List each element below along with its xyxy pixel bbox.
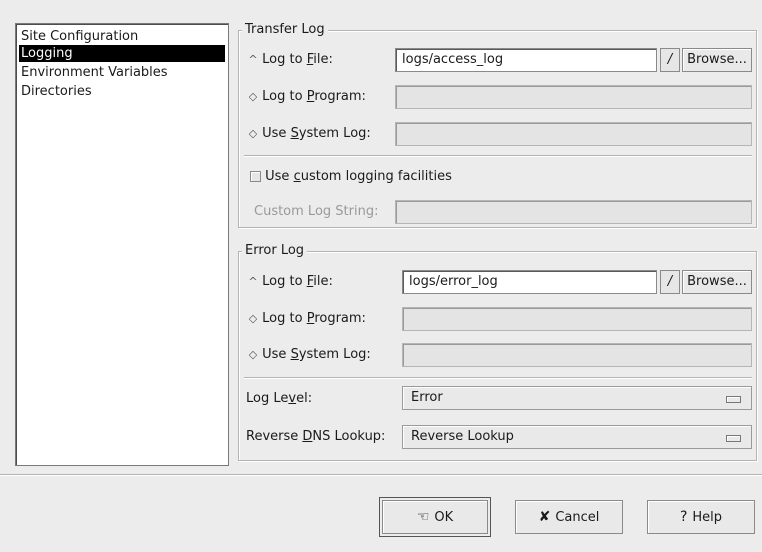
transfer-log-browse-button[interactable]: Browse... [682, 48, 752, 72]
ok-button-label: OK [434, 510, 454, 525]
radio-unselected-icon: ◇ [248, 89, 258, 103]
transfer-log-file-input[interactable]: logs/access_log [395, 48, 657, 72]
custom-logging-checkbox[interactable]: Use custom logging facilities [250, 169, 452, 184]
transfer-log-title: Transfer Log [242, 22, 328, 37]
radio-label-prefix: Log to [262, 89, 307, 104]
sidebar-item-environment-variables[interactable]: Environment Variables [19, 64, 225, 81]
radio-label-prefix: Log to [262, 274, 307, 289]
checkbox-unchecked-icon [250, 171, 261, 182]
label-prefix: Log Le [246, 391, 289, 406]
transfer-use-system-log-radio[interactable]: ◇ Use System Log: [248, 126, 371, 141]
radio-label-prefix: Log to [262, 52, 307, 67]
checkbox-label-prefix: Use [265, 169, 294, 184]
radio-label-prefix: Log to [262, 311, 307, 326]
label-suffix: NS Lookup: [312, 429, 386, 444]
error-log-to-program-radio[interactable]: ◇ Log to Program: [248, 311, 366, 326]
sidebar-item-directories[interactable]: Directories [19, 83, 225, 100]
help-button-label: Help [692, 510, 723, 525]
category-list[interactable]: Site Configuration Logging Environment V… [15, 23, 229, 466]
transfer-log-file-dropdown-button[interactable]: / [660, 48, 680, 72]
log-level-option-menu[interactable]: Error [402, 386, 752, 410]
error-log-file-input[interactable]: logs/error_log [402, 270, 657, 294]
sidebar-item-logging[interactable]: Logging [19, 45, 225, 62]
radio-label-prefix: Use [262, 347, 291, 362]
transfer-log-to-file-radio[interactable]: ^ Log to File: [248, 52, 333, 67]
error-log-file-dropdown-button[interactable]: / [660, 270, 680, 294]
help-button[interactable]: ? Help [647, 500, 755, 534]
custom-log-string-label: Custom Log String: [254, 204, 379, 219]
transfer-log-to-program-radio[interactable]: ◇ Log to Program: [248, 89, 366, 104]
error-use-system-log-radio[interactable]: ◇ Use System Log: [248, 347, 371, 362]
label-mnemonic: D [302, 429, 313, 444]
dialog-separator [0, 474, 762, 476]
sidebar-item-site-configuration[interactable]: Site Configuration [19, 28, 225, 45]
radio-label-suffix: ystem Log: [298, 347, 371, 362]
radio-label-suffix: ile: [313, 274, 333, 289]
radio-unselected-icon: ◇ [248, 311, 258, 325]
label-prefix: Reverse [246, 429, 303, 444]
radio-label-suffix: ystem Log: [298, 126, 371, 141]
reverse-dns-value: Reverse Lookup [411, 429, 514, 444]
error-log-browse-button[interactable]: Browse... [682, 270, 752, 294]
radio-unselected-icon: ◇ [248, 347, 258, 361]
radio-unselected-icon: ◇ [248, 126, 258, 140]
custom-log-string-input[interactable] [395, 200, 752, 224]
label-mnemonic: v [288, 391, 297, 406]
radio-selected-icon: ^ [248, 274, 258, 288]
cancel-button[interactable]: ✘ Cancel [515, 500, 623, 534]
reverse-dns-label: Reverse DNS Lookup: [246, 429, 385, 444]
radio-label-mnemonic: S [290, 347, 299, 362]
error-log-program-input[interactable] [402, 307, 752, 331]
error-log-title: Error Log [242, 243, 308, 258]
radio-label-prefix: Use [262, 126, 291, 141]
ok-button[interactable]: ☜ OK [382, 500, 488, 534]
hand-ok-icon: ☜ [416, 509, 430, 525]
x-cancel-icon: ✘ [538, 509, 551, 525]
option-menu-indicator-icon [726, 435, 741, 442]
label-suffix: el: [296, 391, 313, 406]
cancel-button-label: Cancel [555, 510, 600, 525]
radio-label-suffix: rogram: [314, 89, 366, 104]
transfer-log-program-input[interactable] [395, 85, 752, 109]
question-help-icon: ? [679, 509, 688, 525]
radio-selected-icon: ^ [248, 52, 258, 66]
checkbox-label-mnemonic: c [293, 169, 301, 184]
reverse-dns-option-menu[interactable]: Reverse Lookup [402, 425, 752, 449]
radio-label-suffix: rogram: [314, 311, 366, 326]
log-level-label: Log Level: [246, 391, 312, 406]
default-button-ring: ☜ OK [379, 497, 491, 537]
radio-label-mnemonic: S [290, 126, 299, 141]
radio-label-suffix: ile: [313, 52, 333, 67]
option-menu-indicator-icon [726, 396, 741, 403]
log-level-value: Error [411, 390, 443, 405]
error-log-to-file-radio[interactable]: ^ Log to File: [248, 274, 333, 289]
error-log-separator [244, 377, 752, 379]
checkbox-label-suffix: ustom logging facilities [300, 169, 452, 184]
error-system-log-input[interactable] [402, 343, 752, 367]
transfer-system-log-input[interactable] [395, 122, 752, 146]
transfer-log-separator [244, 155, 752, 157]
